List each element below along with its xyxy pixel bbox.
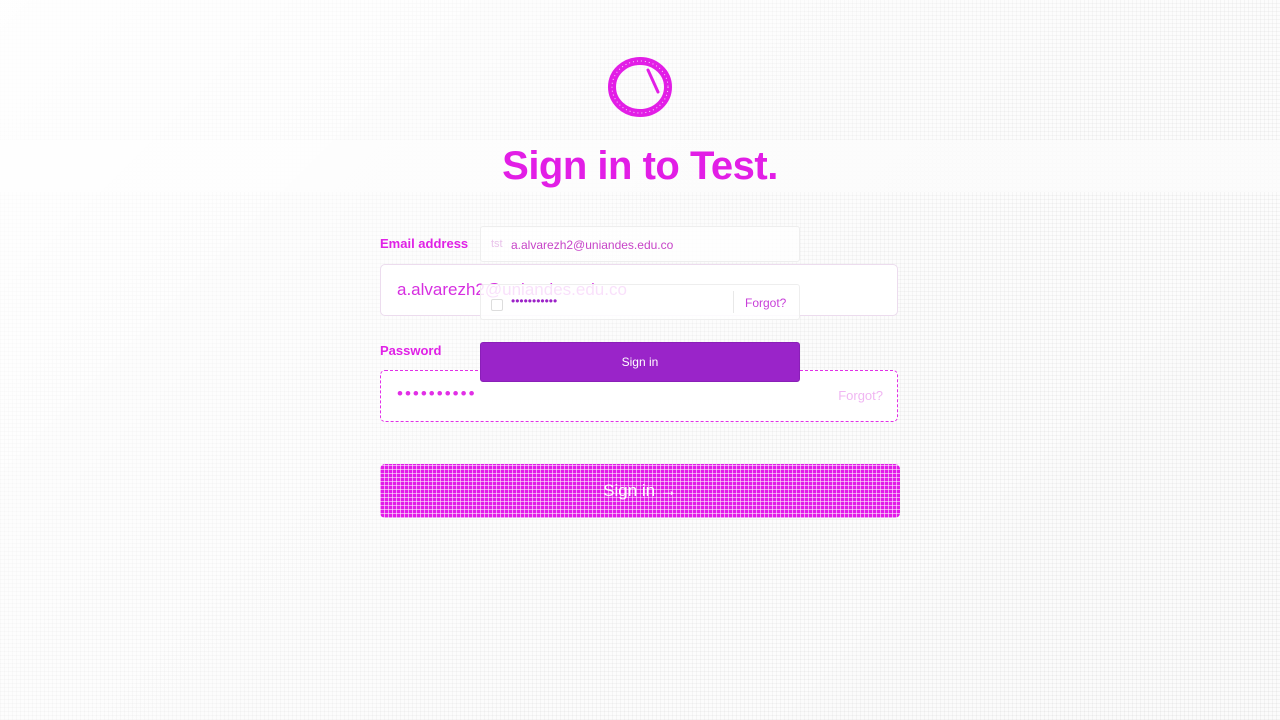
email-label: Email address — [380, 236, 469, 251]
autofill-overlay: tst a.alvarezh2@uniandes.edu.co ••••••••… — [480, 226, 800, 382]
autofill-password-mask: ••••••••••• — [511, 294, 558, 308]
autofill-checkbox[interactable] — [491, 299, 503, 311]
logo-icon — [606, 56, 674, 120]
autofill-email-prefix: tst — [491, 238, 503, 250]
sign-in-button[interactable]: Sign in → — [380, 464, 900, 518]
autofill-forgot-link[interactable]: Forgot? — [745, 296, 786, 310]
autofill-sign-in-button[interactable]: Sign in — [480, 342, 800, 382]
page-title: Sign in to Test. — [0, 140, 1280, 192]
autofill-email-row[interactable]: tst a.alvarezh2@uniandes.edu.co — [480, 226, 800, 262]
autofill-email-value: a.alvarezh2@uniandes.edu.co — [511, 238, 674, 252]
password-mask: •••••••••• — [397, 384, 477, 403]
forgot-password-link[interactable]: Forgot? — [838, 388, 883, 403]
password-label: Password — [380, 343, 442, 358]
autofill-password-row[interactable]: ••••••••••• Forgot? — [480, 284, 800, 320]
autofill-divider — [733, 291, 734, 313]
